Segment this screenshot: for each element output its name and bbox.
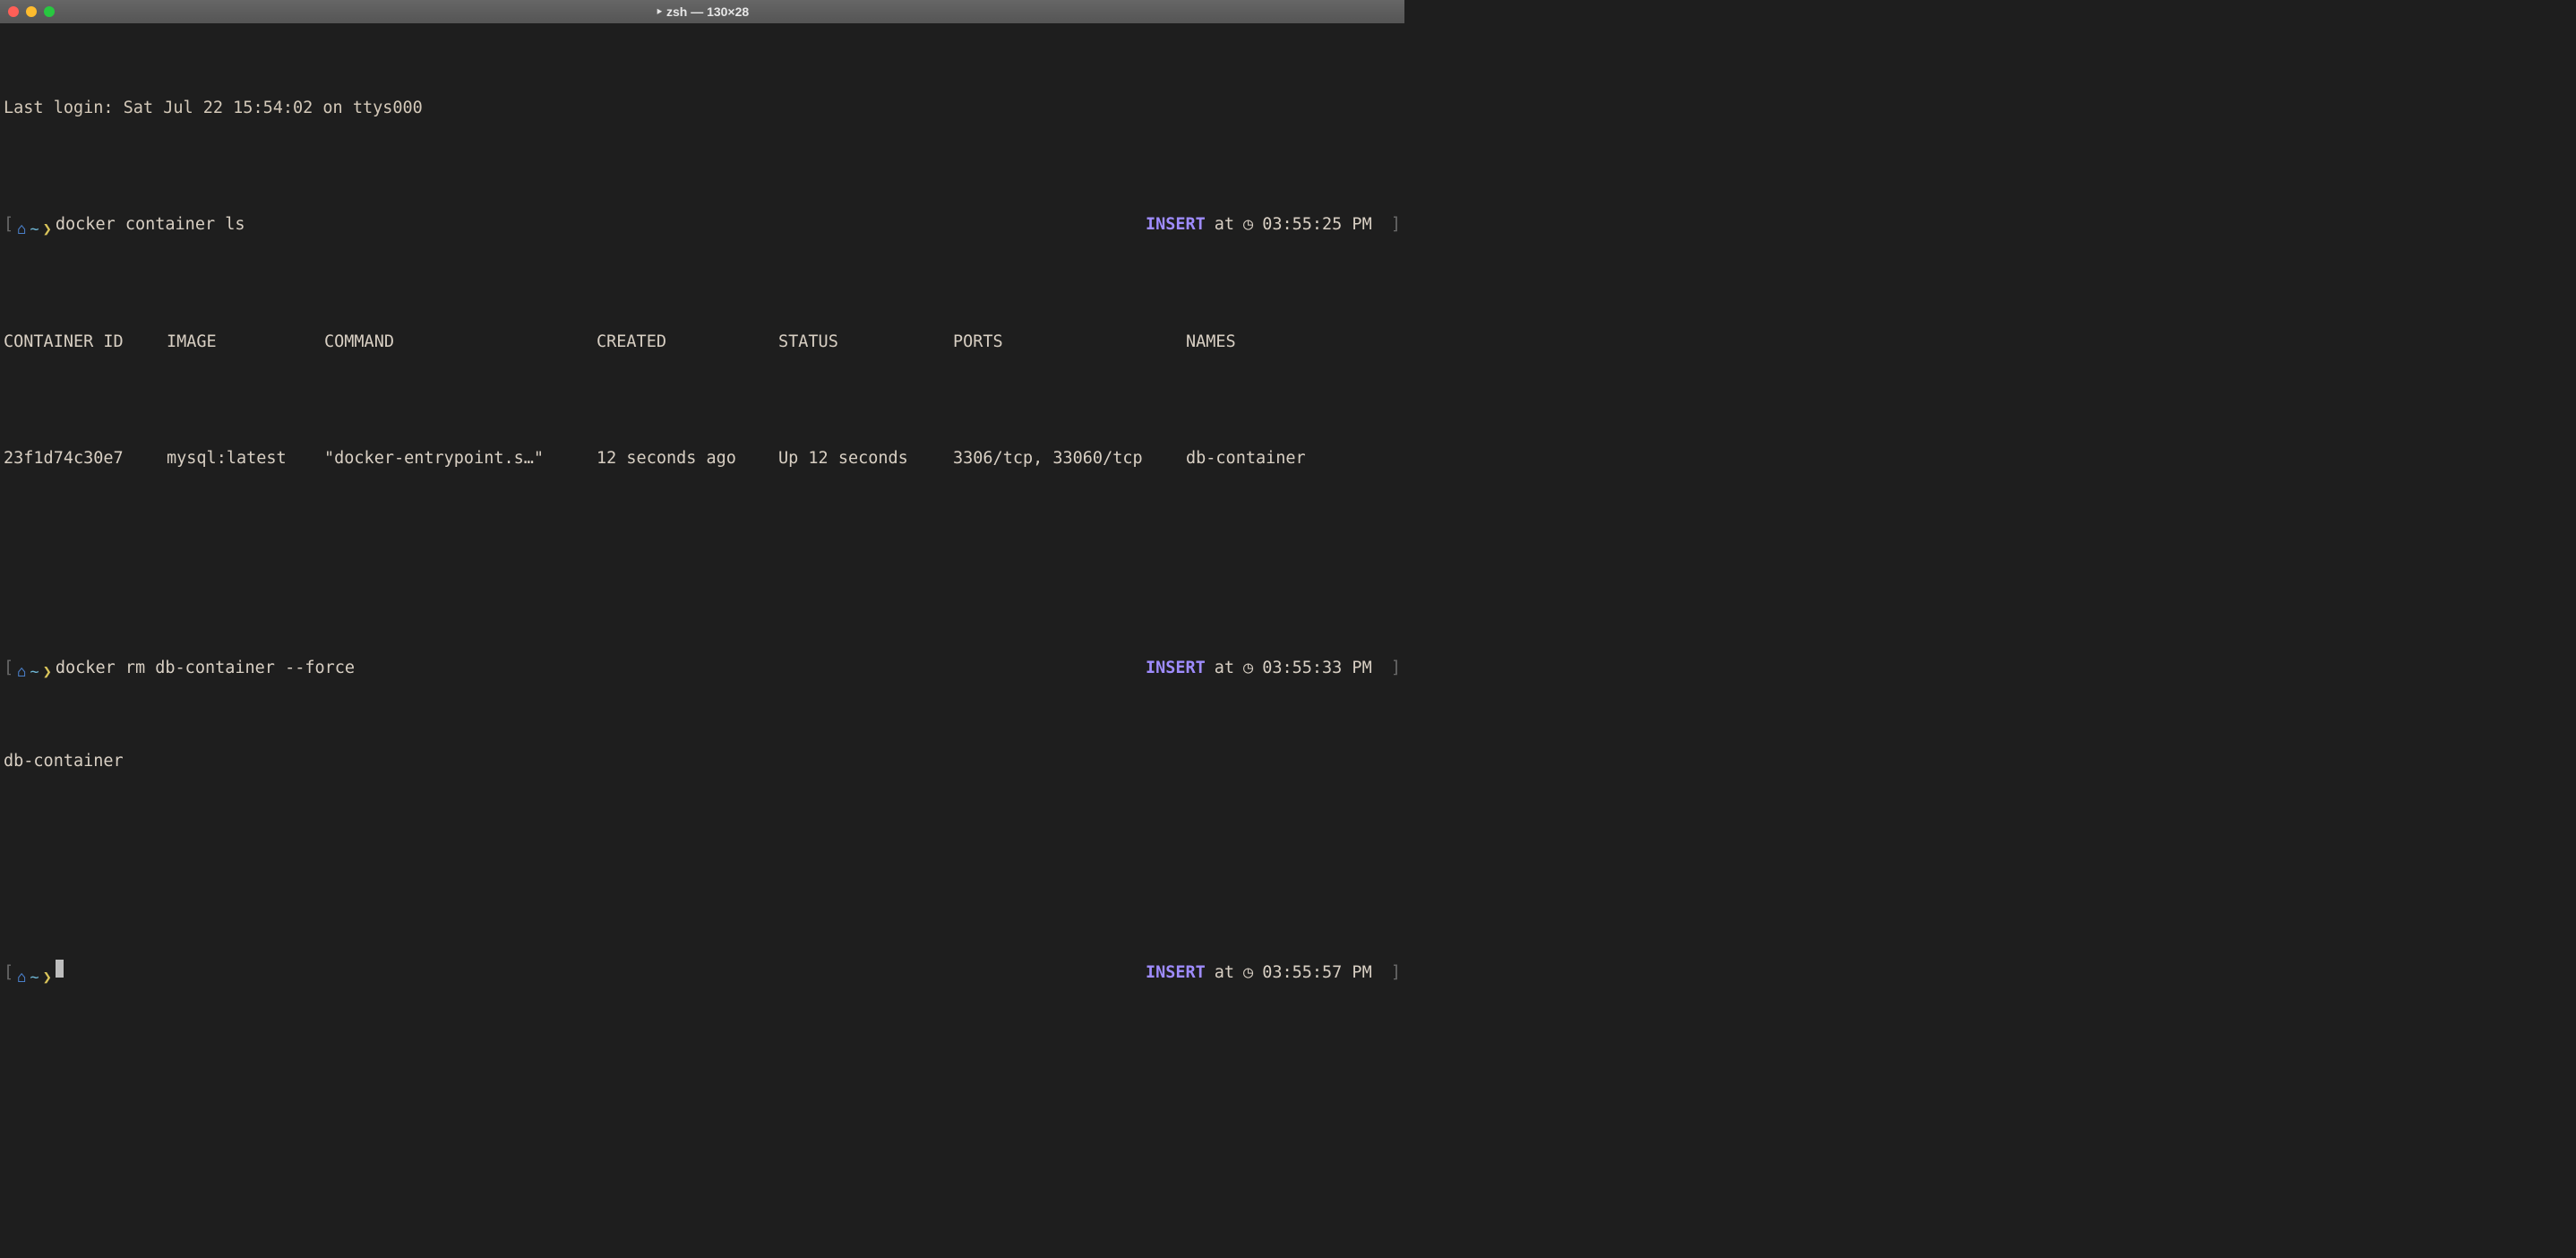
prompt-angle-icon: ❯ — [43, 665, 52, 680]
insert-mode: INSERT — [1146, 213, 1206, 237]
right-prompt: INSERT at ◷ 03:55:57 PM ] — [1146, 961, 1401, 985]
insert-mode: INSERT — [1146, 961, 1206, 985]
home-icon: ⌂ — [17, 970, 26, 986]
terminal-area[interactable]: Last login: Sat Jul 22 15:54:02 on ttys0… — [0, 23, 1404, 1036]
prompt-line-current[interactable]: [ ⌂ ~ ❯ INSERT at ◷ 03:55:57 PM ] — [4, 960, 1401, 986]
prompt-close-bracket: ] — [1381, 213, 1401, 237]
rm-output: db-container — [4, 750, 1401, 773]
prompt-line: [ ⌂ ~ ❯ docker rm db-container --force I… — [4, 657, 1401, 681]
home-icon: ⌂ — [17, 222, 26, 237]
td-image: mysql:latest — [167, 447, 324, 470]
prompt-close-bracket: ] — [1381, 657, 1401, 680]
td-ports: 3306/tcp, 33060/tcp — [953, 447, 1186, 470]
insert-mode: INSERT — [1146, 657, 1206, 680]
table-row: 23f1d74c30e7 mysql:latest "docker-entryp… — [4, 447, 1401, 470]
td-names: db-container — [1186, 447, 1306, 470]
command-text: docker rm db-container --force — [56, 657, 355, 680]
last-login-line: Last login: Sat Jul 22 15:54:02 on ttys0… — [4, 97, 1401, 120]
prompt-open-bracket: [ — [4, 657, 13, 680]
rm-output-text: db-container — [4, 750, 124, 773]
right-prompt: INSERT at ◷ 03:55:33 PM ] — [1146, 657, 1401, 680]
th-status: STATUS — [778, 331, 953, 354]
td-status: Up 12 seconds — [778, 447, 953, 470]
prompt-open-bracket: [ — [4, 961, 13, 985]
th-created: CREATED — [597, 331, 778, 354]
prompt-angle-icon: ❯ — [43, 222, 52, 237]
at-text: at — [1215, 213, 1234, 237]
prompt-open-bracket: [ — [4, 213, 13, 237]
time-text: 03:55:57 PM — [1262, 961, 1372, 985]
tilde-icon: ~ — [30, 222, 39, 237]
at-text: at — [1215, 961, 1234, 985]
clock-icon: ◷ — [1243, 213, 1253, 237]
cursor — [56, 960, 64, 978]
command-text: docker container ls — [56, 213, 245, 237]
td-container-id: 23f1d74c30e7 — [4, 447, 167, 470]
last-login-text: Last login: Sat Jul 22 15:54:02 on ttys0… — [4, 97, 423, 120]
td-command: "docker-entrypoint.s…" — [324, 447, 597, 470]
time-text: 03:55:33 PM — [1262, 657, 1372, 680]
clock-icon: ◷ — [1243, 961, 1253, 985]
td-created: 12 seconds ago — [597, 447, 778, 470]
th-container-id: CONTAINER ID — [4, 331, 167, 354]
th-command: COMMAND — [324, 331, 597, 354]
titlebar: ‣ zsh — 130×28 — [0, 0, 1404, 23]
at-text: at — [1215, 657, 1234, 680]
time-text: 03:55:25 PM — [1262, 213, 1372, 237]
home-icon: ⌂ — [17, 665, 26, 680]
th-names: NAMES — [1186, 331, 1236, 354]
tilde-icon: ~ — [30, 665, 39, 680]
window-title: ‣ zsh — 130×28 — [0, 4, 1404, 20]
right-prompt: INSERT at ◷ 03:55:25 PM ] — [1146, 213, 1401, 237]
prompt-close-bracket: ] — [1381, 961, 1401, 985]
th-ports: PORTS — [953, 331, 1186, 354]
prompt-line: [ ⌂ ~ ❯ docker container ls INSERT at ◷ … — [4, 213, 1401, 237]
tilde-icon: ~ — [30, 970, 39, 986]
prompt-angle-icon: ❯ — [43, 970, 52, 986]
clock-icon: ◷ — [1243, 657, 1253, 680]
table-header-row: CONTAINER ID IMAGE COMMAND CREATED STATU… — [4, 331, 1401, 354]
th-image: IMAGE — [167, 331, 324, 354]
